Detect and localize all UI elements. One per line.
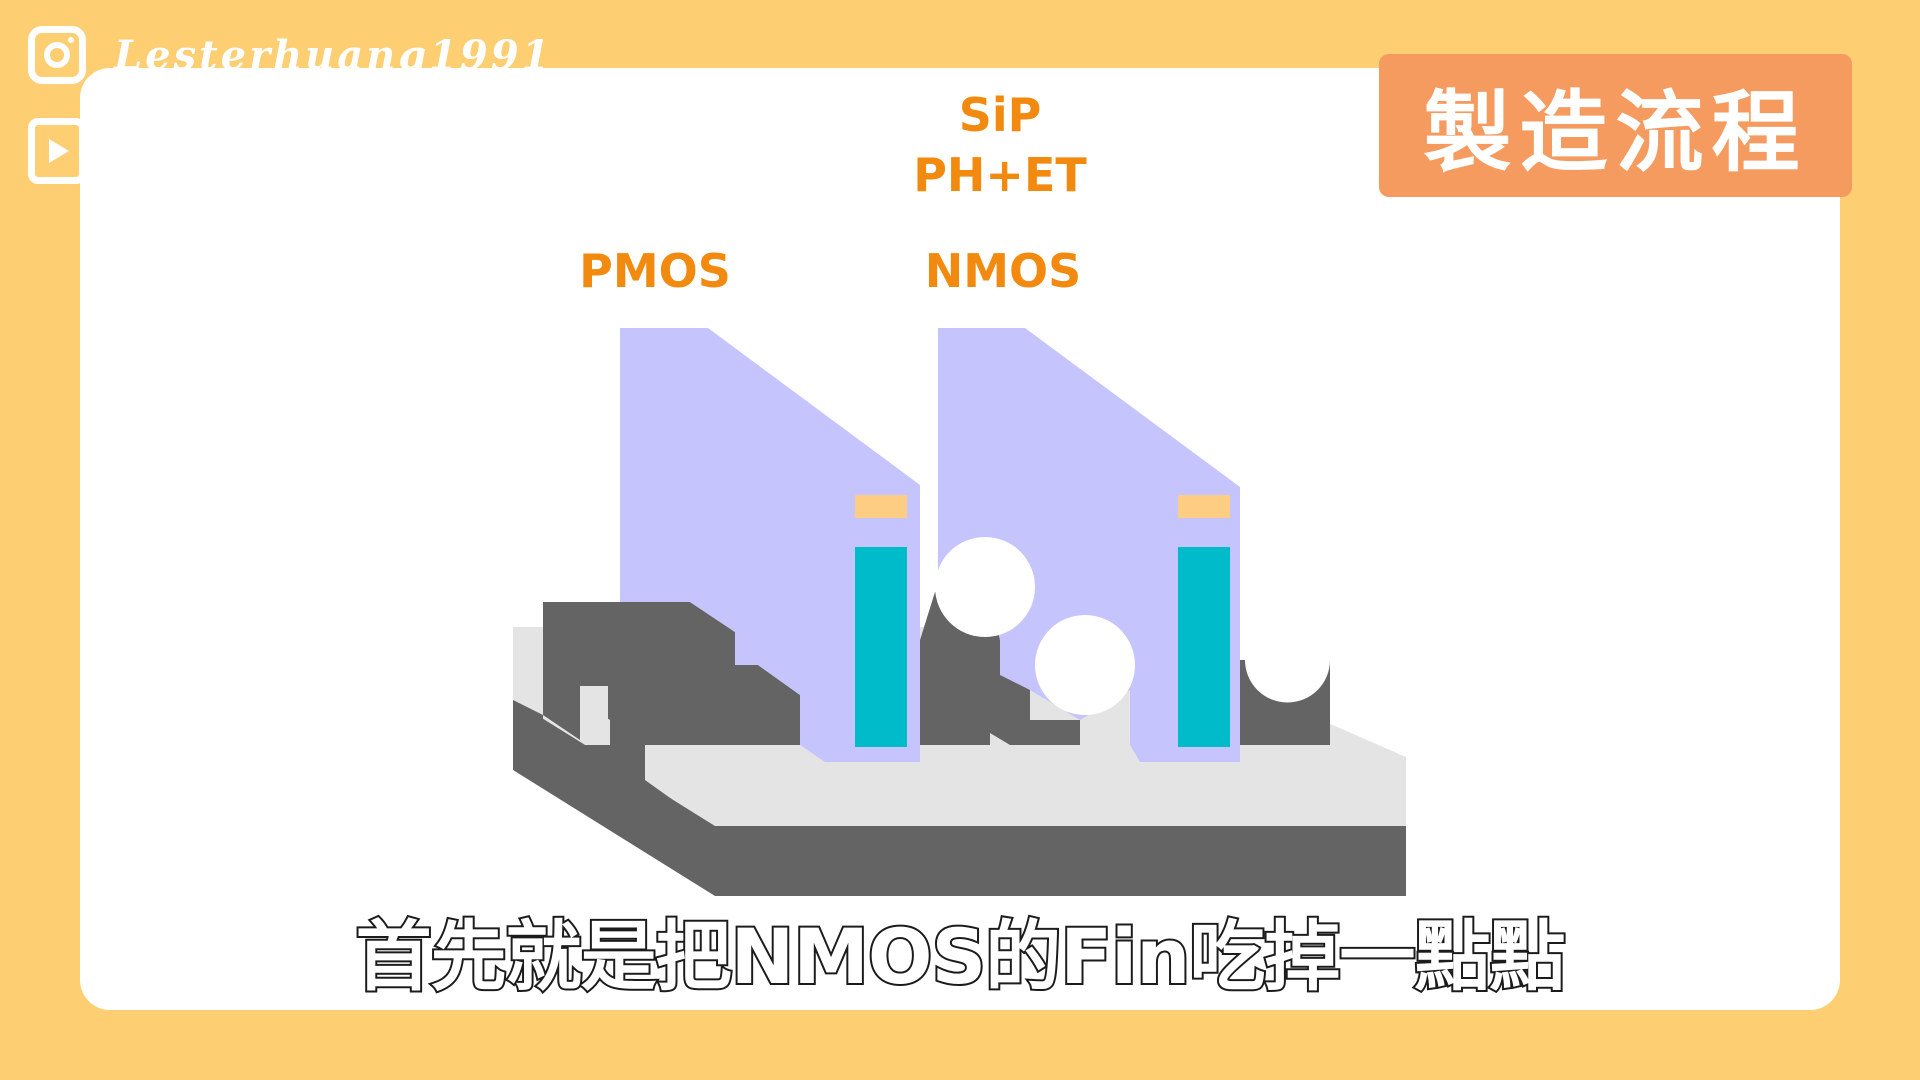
subtitle-caption: 首先就是把NMOS的Fin吃掉一點點 bbox=[354, 910, 1568, 1003]
substrate-front bbox=[715, 826, 1406, 896]
etch-circle-2 bbox=[1035, 615, 1135, 715]
pmos-cap bbox=[855, 495, 907, 518]
etch-circle-1 bbox=[935, 537, 1035, 637]
pmos-spacer bbox=[855, 547, 907, 747]
nmos-spacer bbox=[1178, 547, 1230, 747]
nmos-cap bbox=[1178, 495, 1230, 518]
